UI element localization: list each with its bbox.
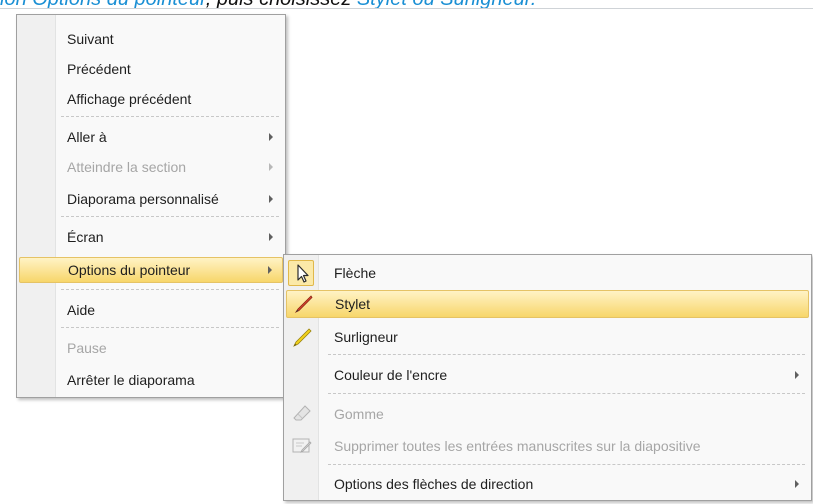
menu-item-affichage-precedent[interactable]: Affichage précédent <box>19 87 283 111</box>
submenu-item-supprimer-entrees: Supprimer toutes les entrées manuscrites… <box>286 432 809 460</box>
menu-item-label: Aide <box>67 302 96 318</box>
submenu-item-gomme: Gomme <box>286 400 809 428</box>
submenu-arrow-icon <box>795 480 799 488</box>
menu-separator <box>61 216 279 217</box>
menu-item-label: Supprimer toutes les entrées manuscrites… <box>334 438 701 454</box>
menu-separator <box>61 289 279 290</box>
erase-all-icon <box>292 438 312 453</box>
menu-item-label: Surligneur <box>334 329 398 345</box>
submenu-item-stylet[interactable]: Stylet <box>286 290 809 318</box>
menu-item-aide[interactable]: Aide <box>19 298 283 322</box>
menu-item-label: Atteindre la section <box>67 159 187 175</box>
menu-item-label: Stylet <box>335 296 371 312</box>
menu-item-label: Gomme <box>334 406 384 422</box>
menu-item-atteindre-section: Atteindre la section <box>19 155 283 179</box>
menu-item-label: Arrêter le diaporama <box>67 372 195 388</box>
menu-item-suivant[interactable]: Suivant <box>19 27 283 51</box>
menu-item-options-pointeur[interactable]: Options du pointeur <box>19 257 283 283</box>
submenu-item-options-fleches[interactable]: Options des flèches de direction <box>286 471 809 497</box>
menu-item-precedent[interactable]: Précédent <box>19 57 283 81</box>
menu-item-label: Pause <box>67 340 107 356</box>
menu-item-label: Options du pointeur <box>68 262 191 278</box>
menu-item-label: Affichage précédent <box>67 91 192 107</box>
menu-item-label: Aller à <box>67 129 107 145</box>
eraser-icon <box>293 405 311 421</box>
submenu-arrow-icon <box>795 371 799 379</box>
menu-item-label: Suivant <box>67 31 114 47</box>
menu-separator <box>61 116 279 117</box>
menu-item-label: Précédent <box>67 61 131 77</box>
pen-icon <box>294 295 313 314</box>
instruction-text: ion Options du pointeur, puis choisissez… <box>0 0 536 11</box>
menu-item-label: Flèche <box>334 265 377 281</box>
submenu-item-couleur-encre[interactable]: Couleur de l'encre <box>286 361 809 389</box>
slideshow-context-menu: Suivant Précédent Affichage précédent Al… <box>16 14 286 398</box>
submenu-item-surligneur[interactable]: Surligneur <box>286 323 809 351</box>
menu-item-arreter-diaporama[interactable]: Arrêter le diaporama <box>19 368 283 392</box>
menu-item-aller-a[interactable]: Aller à <box>19 125 283 149</box>
menu-separator <box>61 327 279 328</box>
menu-item-label: Options des flèches de direction <box>334 476 534 492</box>
submenu-item-fleche[interactable]: Flèche <box>286 259 809 287</box>
highlighter-icon <box>293 328 312 347</box>
menu-item-label: Couleur de l'encre <box>334 367 448 383</box>
submenu-arrow-icon <box>268 266 272 274</box>
menu-item-label: Écran <box>67 229 104 245</box>
menu-item-label: Diaporama personnalisé <box>67 191 219 207</box>
menu-item-pause: Pause <box>19 336 283 360</box>
menu-item-ecran[interactable]: Écran <box>19 225 283 249</box>
menu-separator <box>328 464 805 465</box>
submenu-arrow-icon <box>269 233 273 241</box>
submenu-arrow-icon <box>269 195 273 203</box>
divider-line <box>0 8 813 9</box>
pointer-options-submenu: Flèche Stylet Surligneur Couleur de l'en… <box>283 254 812 501</box>
arrow-cursor-icon <box>297 264 309 283</box>
submenu-arrow-icon <box>269 163 273 171</box>
menu-separator <box>328 393 805 394</box>
submenu-arrow-icon <box>269 133 273 141</box>
menu-item-diaporama-personnalise[interactable]: Diaporama personnalisé <box>19 187 283 211</box>
menu-separator <box>328 354 805 355</box>
